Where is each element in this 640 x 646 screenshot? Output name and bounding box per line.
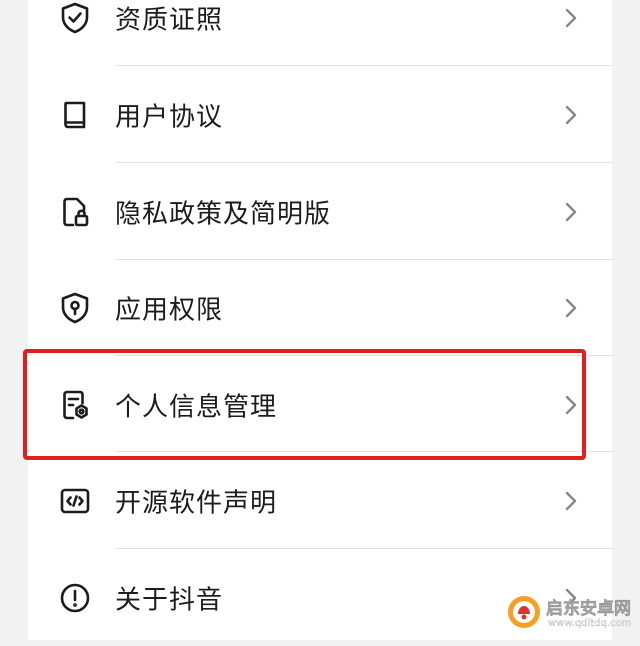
info-circle-icon [58,581,92,615]
book-icon [58,98,92,132]
menu-item-privacy-policy[interactable]: 隐私政策及简明版 [28,163,612,260]
document-gear-icon [58,388,92,422]
menu-item-label: 个人信息管理 [115,392,278,422]
shield-check-icon [58,1,92,35]
menu-item-user-agreement[interactable]: 用户协议 [28,66,612,163]
chevron-right-icon [562,103,580,127]
menu-item-label: 用户协议 [115,102,224,132]
menu-item-personal-info-management[interactable]: 个人信息管理 [28,356,612,453]
menu-item-label: 应用权限 [115,295,224,325]
menu-item-label: 关于抖音 [115,585,224,615]
menu-item-open-source-notice[interactable]: 开源软件声明 [28,452,612,549]
chevron-right-icon [562,200,580,224]
chevron-right-icon [562,489,580,513]
chevron-right-icon [562,393,580,417]
menu-item-label: 资质证照 [115,5,224,35]
code-icon [58,484,92,518]
watermark-name: 启东安卓网 [546,599,632,620]
watermark-logo-icon [506,594,542,630]
shield-keyhole-icon [58,291,92,325]
chevron-right-icon [562,6,580,30]
watermark: 启东安卓网 www.qdltdq.com [506,592,636,636]
document-lock-icon [58,195,92,229]
menu-item-label: 开源软件声明 [115,488,278,518]
menu-item-label: 隐私政策及简明版 [115,199,332,229]
chevron-right-icon [562,296,580,320]
watermark-url: www.qdltdq.com [548,618,632,629]
menu-item-qualifications[interactable]: 资质证照 [28,0,612,66]
menu-item-app-permissions[interactable]: 应用权限 [28,259,612,356]
